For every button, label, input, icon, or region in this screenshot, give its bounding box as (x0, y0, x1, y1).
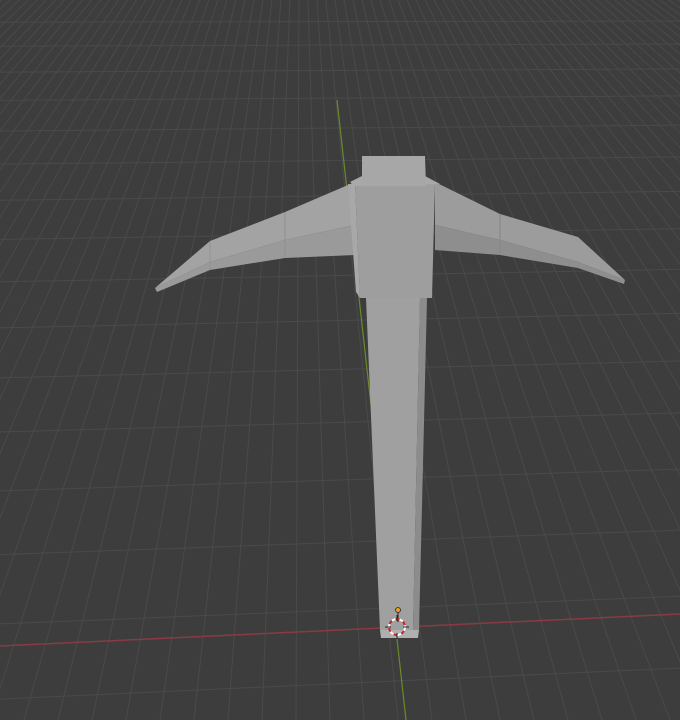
grid-line (0, 360, 680, 379)
grid-line (0, 0, 300, 720)
grid-line (0, 268, 680, 283)
grid-line (0, 0, 300, 720)
handle-front (366, 298, 420, 630)
grid-line (0, 0, 300, 720)
grid-line (159, 0, 264, 720)
grid-line (397, 0, 671, 720)
grid-line (0, 0, 156, 278)
head-block-front (355, 184, 435, 298)
grid-line (0, 0, 183, 401)
grid-line (0, 0, 174, 354)
grid-line (0, 412, 680, 433)
top-cube (362, 156, 426, 186)
grid-line (0, 0, 66, 72)
grid-line (0, 0, 102, 132)
3d-viewport[interactable] (0, 0, 680, 720)
grid-line (0, 0, 39, 38)
grid-line (0, 0, 300, 720)
grid-line (0, 0, 192, 455)
grid-line (0, 68, 680, 73)
grid-line (0, 0, 300, 720)
grid-line (0, 0, 300, 720)
grid-line (0, 0, 219, 691)
grid-line (0, 0, 147, 247)
grid-line (0, 312, 680, 329)
grid-line (0, 0, 300, 720)
grid-line (0, 0, 300, 720)
viewport-canvas[interactable] (0, 0, 680, 720)
grid-line (0, 0, 57, 60)
grid-line (0, 595, 680, 625)
grid-line (316, 0, 365, 720)
grid-line (0, 468, 680, 492)
grid-line (0, 0, 300, 720)
grid-line (0, 95, 680, 101)
grid-line (0, 0, 300, 720)
grid-line (0, 0, 201, 520)
grid-line (0, 0, 120, 171)
grid-line (0, 0, 138, 219)
grid-line (0, 0, 84, 100)
grid-line (0, 0, 3, 2)
grid-line (0, 0, 300, 720)
grid-line (23, 0, 228, 720)
grid-line (125, 0, 255, 720)
grid-line (0, 43, 680, 47)
grid-line (0, 0, 48, 49)
grid-line (0, 0, 300, 720)
grid-line (388, 0, 637, 720)
grid-line (0, 0, 300, 720)
grid-line (0, 0, 93, 115)
floor-grid (0, 0, 680, 720)
grid-line (0, 0, 300, 720)
right-wing-top (435, 182, 625, 280)
grid-line (379, 0, 603, 720)
grid-line (0, 0, 300, 720)
grid-line (0, 0, 165, 314)
grid-line (0, 0, 300, 720)
grid-line (0, 0, 111, 151)
grid-line (0, 156, 680, 165)
grid-line (0, 0, 30, 28)
grid-line (0, 0, 21, 19)
grid-line (0, 0, 300, 720)
grid-line (0, 0, 300, 720)
grid-line (0, 0, 75, 86)
grid-line (0, 0, 300, 720)
grid-line (0, 0, 210, 597)
grid-line (0, 0, 300, 720)
grid-line (0, 0, 12, 10)
grid-line (0, 0, 300, 720)
grid-line (0, 0, 300, 720)
grid-line (0, 0, 300, 720)
grid-line (0, 0, 300, 720)
grid-line (0, 20, 680, 23)
grid-line (0, 0, 129, 194)
